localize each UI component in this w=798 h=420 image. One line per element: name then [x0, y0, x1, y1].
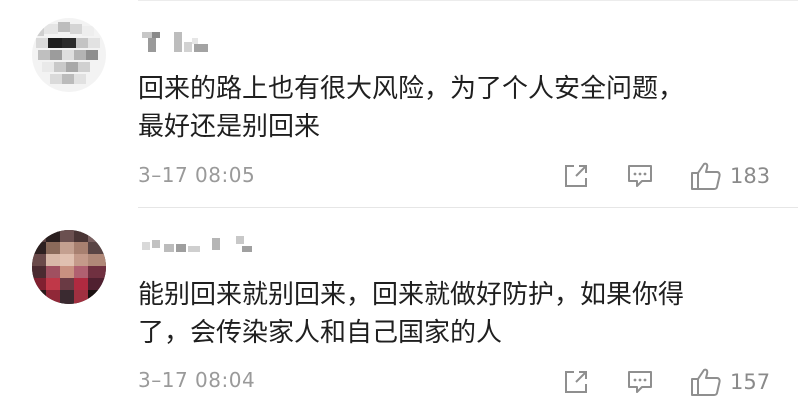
thumbs-up-icon — [691, 162, 721, 190]
pixelated-avatar-image — [32, 230, 106, 304]
username-blurred[interactable] — [138, 28, 278, 58]
like-count: 157 — [730, 370, 771, 394]
comment-item: 能别回来就别回来，回来就做好防护，如果你得 了，会传染家人和自己国家的人 3–1… — [0, 208, 798, 420]
avatar[interactable] — [32, 230, 106, 304]
reply-button[interactable] — [626, 366, 654, 398]
comment-text-line: 能别回来就别回来，回来就做好防护，如果你得 — [138, 280, 685, 310]
comment-bubble-icon — [628, 371, 652, 393]
timestamp: 3–17 08:04 — [138, 368, 256, 392]
comment-text: 能别回来就别回来，回来就做好防护，如果你得 了，会传染家人和自己国家的人 — [138, 276, 778, 352]
comment-text-line: 最好还是别回来 — [138, 112, 321, 142]
timestamp: 3–17 08:05 — [138, 163, 256, 187]
thumbs-up-icon — [691, 368, 721, 396]
comment-text: 回来的路上也有很大风险，为了个人安全问题， 最好还是别回来 — [138, 70, 778, 146]
comment-text-line: 回来的路上也有很大风险，为了个人安全问题， — [138, 74, 685, 104]
share-out-icon — [565, 165, 587, 187]
share-button[interactable] — [562, 160, 590, 192]
avatar[interactable] — [32, 18, 106, 92]
like-count: 183 — [730, 164, 771, 188]
reply-button[interactable] — [626, 160, 654, 192]
comment-bubble-icon — [628, 165, 652, 187]
like-button[interactable]: 183 — [690, 160, 770, 192]
share-button[interactable] — [562, 366, 590, 398]
pixelated-username — [142, 236, 252, 252]
like-button[interactable]: 157 — [690, 366, 770, 398]
pixelated-username — [142, 32, 208, 52]
share-out-icon — [565, 371, 587, 393]
pixelated-avatar-image — [32, 18, 106, 92]
comment-item: 回来的路上也有很大风险，为了个人安全问题， 最好还是别回来 3–17 08:05 — [0, 0, 798, 208]
comment-text-line: 了，会传染家人和自己国家的人 — [138, 318, 503, 348]
username-blurred[interactable] — [138, 230, 278, 260]
comment-list: 回来的路上也有很大风险，为了个人安全问题， 最好还是别回来 3–17 08:05 — [0, 0, 798, 420]
